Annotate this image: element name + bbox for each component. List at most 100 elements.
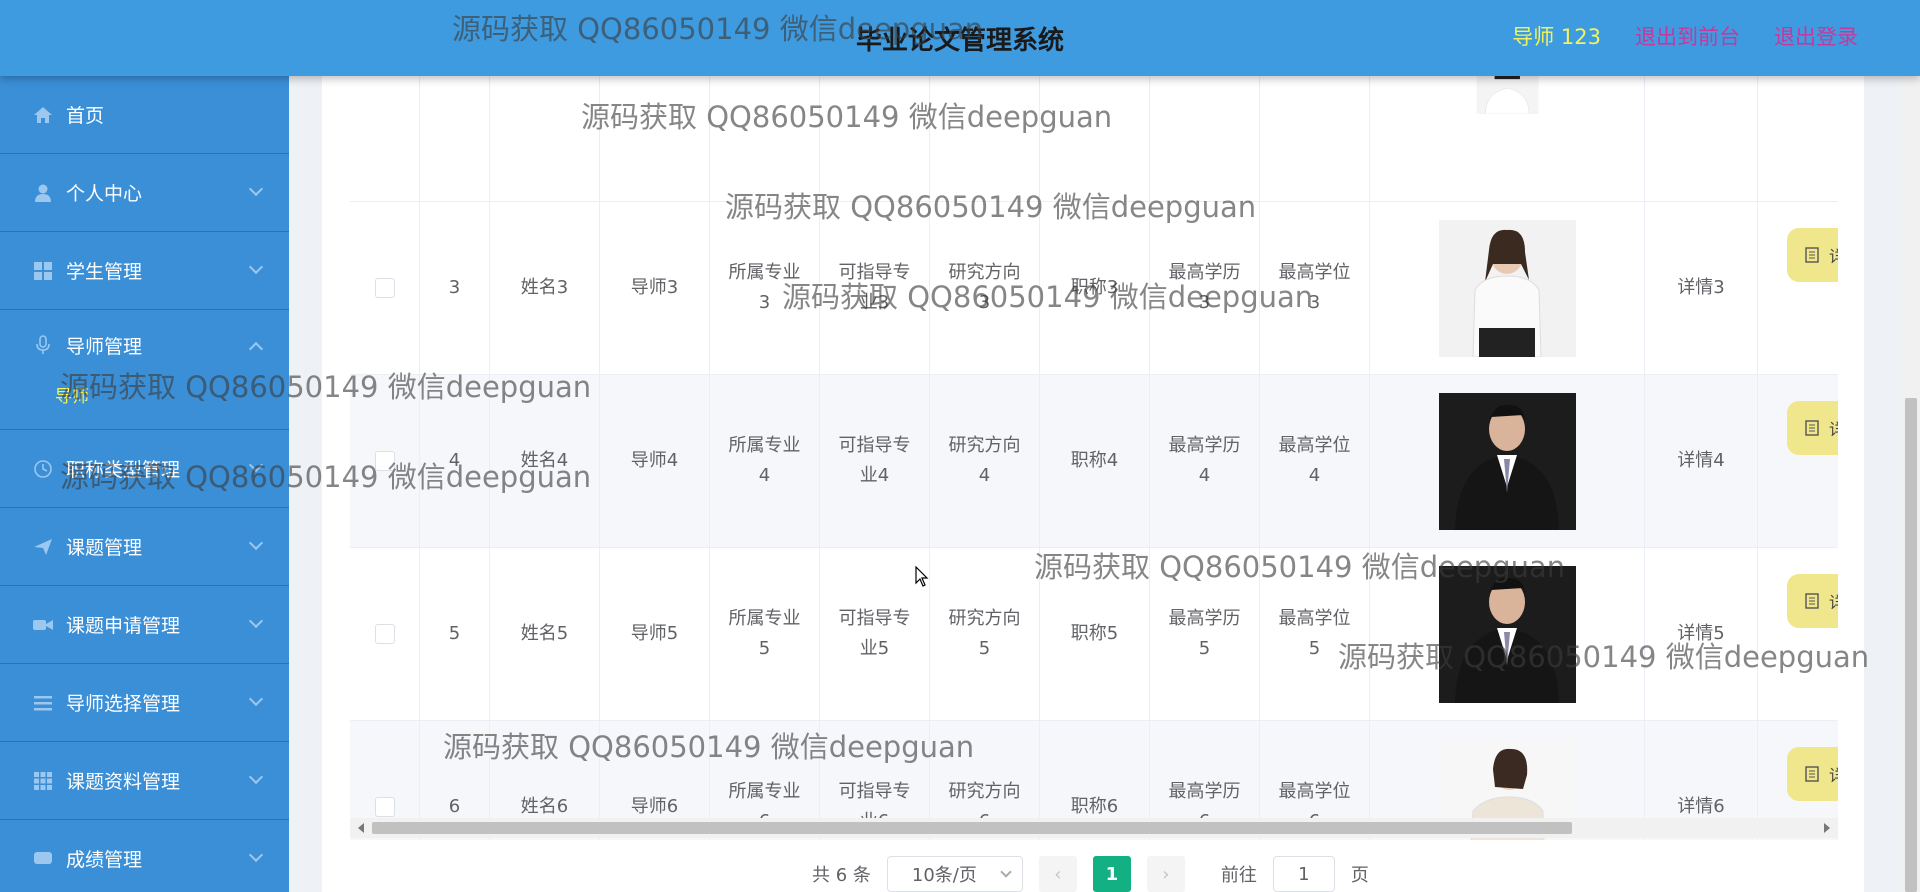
table-row: 5 姓名5 导师5 所属专业 5 可指导专 业5 研究方向 5 职称5 最高学历 5 最高学位 5 详情5 详 [350, 548, 1838, 721]
row-index: 5 [448, 623, 461, 644]
chevron-down-icon [248, 691, 264, 707]
cell-text: 最高学历 5 [1168, 608, 1241, 659]
exit-to-front-link[interactable]: 退出到前台 [1635, 21, 1740, 51]
sidebar: 首页 个人中心 学生管理 导师管理 导师 职称类型管理 课题管理 课题申请管理 … [0, 76, 289, 892]
top-bar: 毕业论文管理系统 导师 123 退出到前台 退出登录 [0, 0, 1920, 76]
goto-label: 前往 [1220, 865, 1257, 886]
chevron-down-icon [1000, 866, 1012, 878]
cell-text: 研究方向 4 [948, 435, 1021, 486]
cell-text: 最高学位 5 [1278, 608, 1351, 659]
detail-button-label: 详 [1829, 247, 1838, 266]
apps-icon [32, 770, 54, 792]
cell-text: 最高学位 3 [1278, 262, 1351, 313]
cell-text: 可指导专 业4 [838, 435, 911, 486]
mouse-cursor-icon [915, 566, 929, 587]
cell-name: 姓名5 [520, 623, 569, 644]
detail-button[interactable]: 详 [1787, 574, 1838, 628]
chevron-down-icon [248, 259, 264, 275]
row-checkbox[interactable] [374, 797, 395, 817]
horizontal-scrollbar[interactable] [350, 818, 1838, 838]
tutor-photo [1476, 76, 1538, 114]
document-icon [1805, 247, 1819, 263]
current-user: 导师 123 [1512, 25, 1601, 49]
detail-button-label: 详 [1829, 593, 1838, 612]
total-count: 共 6 条 [812, 865, 871, 886]
sidebar-item-label: 个人中心 [66, 183, 143, 205]
chevron-down-icon [248, 847, 264, 863]
detail-button[interactable]: 详 [1787, 747, 1838, 801]
pagination: 共 6 条 10条/页 ‹ 1 › 前往 1 页 [812, 856, 1369, 892]
next-page-button[interactable]: › [1146, 856, 1185, 892]
sidebar-item-students[interactable]: 学生管理 [0, 232, 289, 310]
chevron-down-icon [248, 769, 264, 785]
cell-detail: 详情4 [1677, 450, 1725, 471]
goto-page-input[interactable]: 1 [1272, 856, 1335, 892]
sidebar-item-tutors[interactable]: 导师管理 [0, 310, 289, 380]
row-checkbox[interactable] [374, 278, 395, 298]
chevron-down-icon [248, 613, 264, 629]
cell-text: 所属专业 4 [728, 435, 801, 486]
detail-button[interactable]: 详 [1787, 401, 1838, 455]
page-1-button[interactable]: 1 [1092, 856, 1131, 892]
scroll-thumb[interactable] [372, 822, 1572, 834]
logout-link[interactable]: 退出登录 [1774, 21, 1858, 51]
chevron-down-icon [248, 457, 264, 473]
cell-text: 最高学历 4 [1168, 435, 1241, 486]
vertical-scrollbar[interactable] [1902, 76, 1920, 892]
cell-tutor: 导师5 [630, 623, 679, 644]
cell-text: 最高学位 4 [1278, 435, 1351, 486]
cell-text: 研究方向 5 [948, 608, 1021, 659]
cell-title: 职称3 [1070, 277, 1119, 298]
sidebar-item-tutor-selection[interactable]: 导师选择管理 [0, 664, 289, 742]
sidebar-item-title-types[interactable]: 职称类型管理 [0, 430, 289, 508]
list-icon [32, 692, 54, 714]
tutor-table: 3 姓名3 导师3 所属专业 3 可指导专 业3 研究方向 3 职称3 最高学历 3 最高学位 3 详情3 详… [350, 76, 1838, 840]
sidebar-item-topic-applications[interactable]: 课题申请管理 [0, 586, 289, 664]
scroll-right-icon[interactable] [1824, 823, 1830, 833]
clock-icon [32, 458, 54, 480]
cell-tutor: 导师4 [630, 450, 679, 471]
page-size-select[interactable]: 10条/页 [886, 856, 1023, 892]
sidebar-item-grades[interactable]: 成绩管理 [0, 820, 289, 892]
cell-tutor: 导师3 [630, 277, 679, 298]
document-icon [1805, 593, 1819, 609]
cell-text: 最高学历 3 [1168, 262, 1241, 313]
document-icon [1805, 766, 1819, 782]
detail-button[interactable]: 详 [1787, 228, 1838, 282]
chevron-up-icon [248, 341, 264, 357]
detail-button-label: 详 [1829, 420, 1838, 439]
row-checkbox[interactable] [374, 624, 395, 644]
sidebar-item-profile[interactable]: 个人中心 [0, 154, 289, 232]
sidebar-item-topics[interactable]: 课题管理 [0, 508, 289, 586]
sidebar-item-label: 导师管理 [66, 335, 143, 358]
tutor-photo [1438, 219, 1576, 357]
cell-text: 可指导专 业3 [838, 262, 911, 313]
cell-text: 所属专业 5 [728, 608, 801, 659]
sidebar-subitem-tutor[interactable]: 导师 [0, 380, 289, 430]
detail-button-label: 详 [1829, 766, 1838, 785]
cell-name: 姓名3 [520, 277, 569, 298]
send-icon [32, 536, 54, 558]
sidebar-item-topic-materials[interactable]: 课题资料管理 [0, 742, 289, 820]
main-content: 3 姓名3 导师3 所属专业 3 可指导专 业3 研究方向 3 职称3 最高学历 3 最高学位 3 详情3 详… [322, 76, 1864, 892]
scroll-left-icon[interactable] [358, 823, 364, 833]
sidebar-item-label: 职称类型管理 [66, 459, 181, 481]
cell-name: 姓名4 [520, 450, 569, 471]
row-index: 3 [448, 277, 461, 298]
sidebar-item-label: 首页 [66, 105, 105, 127]
table-row: 3 姓名3 导师3 所属专业 3 可指导专 业3 研究方向 3 职称3 最高学历 3 最高学位 3 详情3 详 [350, 202, 1838, 375]
row-checkbox[interactable] [374, 451, 395, 471]
table-row [350, 76, 1838, 202]
cell-title: 职称4 [1070, 450, 1119, 471]
row-index: 4 [448, 450, 461, 471]
scroll-thumb[interactable] [1905, 398, 1917, 892]
cell-title: 职称5 [1070, 623, 1119, 644]
home-icon [32, 104, 54, 126]
sidebar-item-home[interactable]: 首页 [0, 76, 289, 154]
grid-icon [32, 260, 54, 282]
cell-detail: 详情3 [1677, 277, 1725, 298]
sidebar-item-label: 课题管理 [66, 537, 143, 559]
sidebar-item-label: 成绩管理 [66, 849, 143, 871]
prev-page-button[interactable]: ‹ [1038, 856, 1077, 892]
page-size-value: 10条/页 [911, 865, 977, 886]
